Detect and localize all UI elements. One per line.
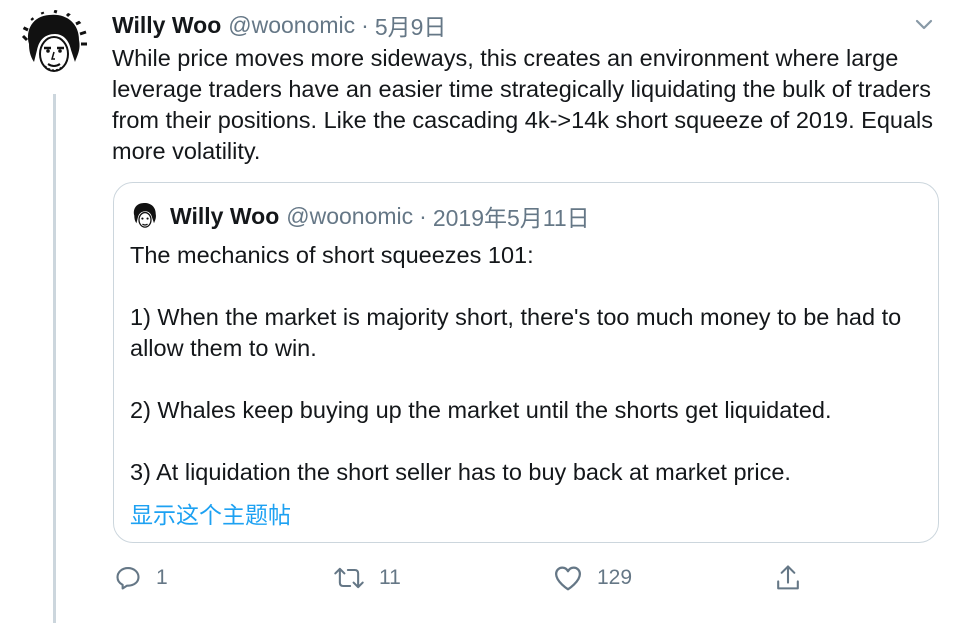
retweet-count: 11	[379, 566, 401, 589]
avatar[interactable]	[19, 10, 89, 80]
avatar-icon	[19, 10, 89, 80]
reply-count: 1	[156, 566, 168, 589]
quoted-tweet-card[interactable]: Willy Woo @woonomic · 2019年5月11日 The mec…	[113, 182, 939, 543]
thread-line	[53, 94, 56, 623]
quoted-paragraph: 2) Whales keep buying up the market unti…	[130, 397, 832, 423]
author-handle[interactable]: @woonomic	[228, 12, 355, 39]
quoted-avatar	[130, 201, 160, 231]
retweet-button[interactable]: 11	[333, 560, 401, 596]
show-thread-link[interactable]: 显示这个主题帖	[130, 496, 291, 530]
like-count: 129	[597, 566, 633, 589]
quoted-author-handle: @woonomic	[286, 202, 414, 229]
quoted-date: 2019年5月11日	[432, 205, 590, 231]
separator-dot: ·	[419, 202, 427, 229]
quoted-paragraph: 3) At liquidation the short seller has t…	[130, 459, 791, 485]
tweet-header: Willy Woo @woonomic · 5月9日	[112, 8, 446, 42]
chevron-down-icon	[915, 19, 933, 30]
quoted-paragraph: The mechanics of short squeezes 101:	[130, 242, 534, 268]
quoted-text: The mechanics of short squeezes 101: 1) …	[130, 240, 920, 488]
more-options-button[interactable]	[912, 14, 936, 36]
reply-icon	[116, 567, 140, 590]
like-button[interactable]: 129	[553, 560, 632, 596]
action-bar: 1 11 129	[0, 560, 960, 596]
share-button[interactable]	[774, 560, 802, 596]
avatar-icon	[130, 201, 160, 231]
retweet-icon	[334, 567, 364, 589]
quoted-author-name: Willy Woo	[170, 202, 280, 229]
author-name[interactable]: Willy Woo	[112, 12, 221, 39]
share-icon	[777, 565, 799, 590]
tweet-text: While price moves more sideways, this cr…	[112, 45, 934, 164]
tweet-date[interactable]: 5月9日	[375, 8, 447, 42]
separator-dot: ·	[361, 11, 369, 38]
reply-button[interactable]: 1	[114, 560, 168, 596]
like-icon	[555, 566, 581, 591]
quoted-header: Willy Woo @woonomic · 2019年5月11日	[170, 200, 590, 232]
quoted-paragraph: 1) When the market is majority short, th…	[130, 304, 902, 361]
